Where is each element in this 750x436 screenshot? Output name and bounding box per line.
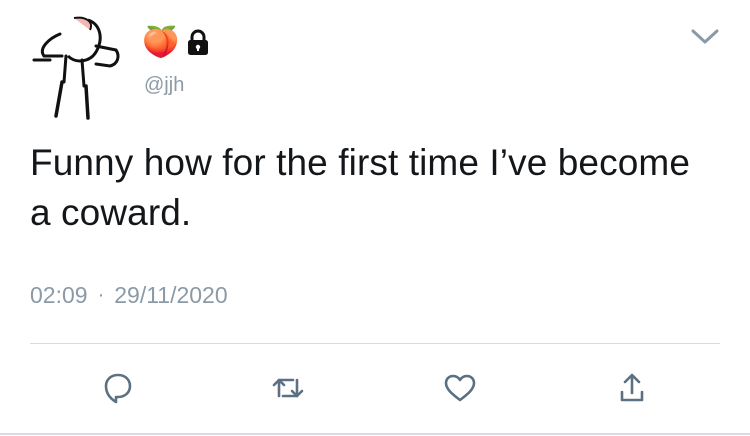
display-name: 🍑 — [142, 25, 180, 60]
timestamp-separator: · — [97, 284, 105, 306]
action-bar — [0, 370, 750, 410]
user-handle[interactable]: @jjh — [144, 74, 184, 97]
tweet-timestamp: 02:09 · 29/11/2020 — [30, 282, 228, 309]
retweet-button[interactable] — [270, 370, 306, 406]
like-button[interactable] — [442, 370, 478, 406]
reply-icon — [104, 373, 132, 404]
share-button[interactable] — [614, 370, 650, 406]
reply-button[interactable] — [100, 370, 136, 406]
avatar[interactable] — [30, 16, 124, 120]
display-name-row[interactable]: 🍑 — [142, 26, 211, 60]
tweet-text: Funny how for the first time I’ve become… — [30, 142, 690, 233]
chevron-down-icon[interactable] — [690, 26, 720, 48]
tweet-card: 🍑 @jjh Funny how for the first time I’ve… — [0, 0, 750, 436]
retweet-icon — [272, 378, 304, 398]
lock-icon — [188, 29, 209, 55]
tweet-date: 29/11/2020 — [114, 282, 228, 308]
bottom-divider — [0, 433, 750, 435]
heart-icon — [444, 374, 476, 402]
tweet-time: 02:09 — [30, 282, 88, 308]
share-icon — [620, 373, 644, 402]
divider — [30, 343, 720, 344]
